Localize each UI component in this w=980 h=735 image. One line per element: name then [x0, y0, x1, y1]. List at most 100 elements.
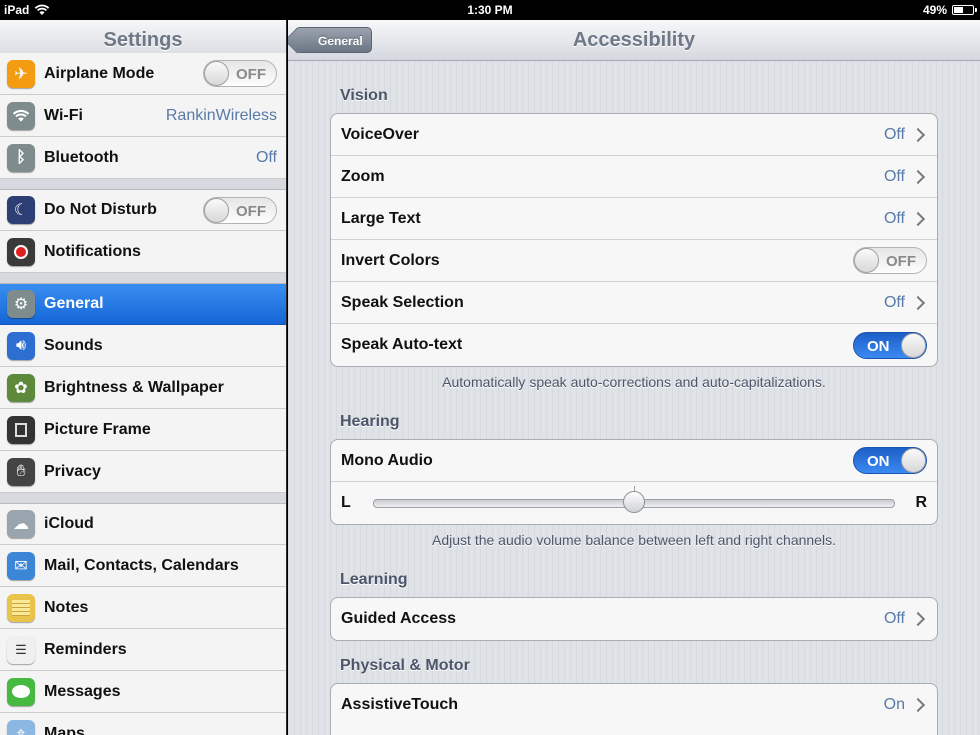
section-header-physical-motor: Physical & Motor	[340, 657, 470, 674]
sidebar-item-bluetooth[interactable]: ᛒ Bluetooth Off	[0, 137, 286, 179]
speak-selection-row[interactable]: Speak Selection Off	[331, 282, 937, 324]
sidebar-item-notes[interactable]: Notes	[0, 587, 286, 629]
sidebar-item-label: Airplane Mode	[44, 64, 155, 82]
sidebar-item-label: Notes	[44, 598, 89, 616]
sidebar-item-airplane-mode[interactable]: ✈ Airplane Mode OFF	[0, 53, 286, 95]
balance-left-label: L	[341, 494, 351, 511]
section-header-hearing: Hearing	[340, 413, 400, 430]
bluetooth-icon: ᛒ	[7, 143, 35, 172]
sidebar-item-label: Picture Frame	[44, 420, 151, 438]
sidebar-item-icloud[interactable]: ☁ iCloud	[0, 503, 286, 545]
battery-fill	[954, 7, 963, 13]
mono-audio-switch[interactable]: ON	[853, 447, 927, 474]
sidebar-item-reminders[interactable]: ☰ Reminders	[0, 629, 286, 671]
chevron-right-icon	[910, 211, 926, 226]
accessibility-pane[interactable]: Accessibility General Vision VoiceOver O…	[288, 20, 980, 735]
sidebar-item-picture-frame[interactable]: Picture Frame	[0, 409, 286, 451]
sidebar-item-notifications[interactable]: Notifications	[0, 231, 286, 273]
sidebar-item-general[interactable]: ⚙ General	[0, 283, 286, 325]
hand-icon: ✋︎	[7, 457, 35, 486]
wifi-network-name: RankinWireless	[165, 106, 277, 124]
cell-label: Speak Selection	[341, 293, 464, 311]
sidebar-item-label: iCloud	[44, 515, 94, 532]
sidebar-item-label: Maps	[44, 724, 85, 735]
cell-label: AssistiveTouch	[341, 696, 459, 713]
cell-value: Off	[883, 610, 905, 627]
switch-knob	[901, 448, 926, 473]
settings-sidebar[interactable]: Settings ✈ Airplane Mode OFF Wi-Fi Ranki…	[0, 20, 287, 735]
switch-knob	[204, 61, 229, 86]
switch-knob	[854, 248, 879, 273]
large-text-row[interactable]: Large Text Off	[331, 198, 937, 240]
hearing-group: Mono Audio ON L R	[330, 439, 938, 525]
cell-label: Mono Audio	[341, 451, 433, 469]
speak-auto-text-switch[interactable]: ON	[853, 331, 927, 359]
hearing-footer: Adjust the audio volume balance between …	[432, 532, 836, 548]
bluetooth-status: Off	[255, 148, 277, 166]
sidebar-item-do-not-disturb[interactable]: ☾ Do Not Disturb OFF	[0, 189, 286, 231]
physical-motor-group: AssistiveTouch On	[330, 683, 938, 735]
airplane-mode-switch[interactable]: OFF	[203, 60, 277, 87]
cell-label: Guided Access	[341, 610, 457, 627]
sidebar-item-sounds[interactable]: 🔊︎ Sounds	[0, 325, 286, 367]
zoom-row[interactable]: Zoom Off	[331, 156, 937, 198]
sidebar-item-label: Wi-Fi	[44, 106, 83, 124]
sidebar-item-mail-contacts-calendars[interactable]: ✉ Mail, Contacts, Calendars	[0, 545, 286, 587]
section-header-learning: Learning	[340, 571, 408, 588]
chevron-right-icon	[910, 295, 926, 310]
cell-label: Invert Colors	[341, 251, 440, 269]
flower-icon: ✿	[7, 373, 35, 402]
sidebar-item-maps[interactable]: ⌖ Maps	[0, 713, 286, 735]
balance-right-label: R	[915, 494, 927, 511]
do-not-disturb-switch[interactable]: OFF	[203, 196, 277, 224]
sidebar-item-messages[interactable]: Messages	[0, 671, 286, 713]
mail-icon: ✉	[7, 551, 35, 580]
cell-label: VoiceOver	[341, 125, 419, 143]
invert-colors-row: Invert Colors OFF	[331, 240, 937, 282]
sidebar-item-privacy[interactable]: ✋︎ Privacy	[0, 451, 286, 493]
mono-audio-row: Mono Audio ON	[331, 440, 937, 482]
cell-label: Speak Auto-text	[341, 336, 463, 353]
voiceover-row[interactable]: VoiceOver Off	[331, 114, 937, 156]
gear-icon: ⚙	[7, 290, 35, 318]
cell-value: Off	[883, 125, 905, 143]
status-time: 1:30 PM	[467, 3, 513, 17]
airplane-icon: ✈	[7, 59, 35, 88]
sidebar-item-label: Brightness & Wallpaper	[44, 378, 224, 396]
cell-label: Large Text	[341, 209, 421, 227]
back-button[interactable]: General	[295, 27, 372, 53]
cell-value: Off	[883, 167, 905, 185]
sidebar-item-label: Messages	[44, 682, 121, 700]
sidebar-item-label: General	[44, 295, 104, 312]
vision-group: VoiceOver Off Zoom Off Large Text Off In…	[330, 113, 938, 367]
cell-value: Off	[883, 209, 905, 227]
slider-thumb[interactable]	[623, 490, 645, 513]
maps-icon: ⌖	[7, 719, 35, 735]
audio-balance-row: L R	[331, 482, 937, 524]
sidebar-item-brightness-wallpaper[interactable]: ✿ Brightness & Wallpaper	[0, 367, 286, 409]
guided-access-row[interactable]: Guided Access Off	[331, 598, 937, 640]
sidebar-item-label: Reminders	[44, 640, 127, 658]
battery-percent: 49%	[922, 3, 947, 17]
audio-balance-slider[interactable]	[373, 485, 895, 513]
learning-group: Guided Access Off	[330, 597, 938, 641]
speaker-icon: 🔊︎	[7, 331, 35, 360]
back-button-label: General	[318, 34, 363, 48]
sidebar-item-wifi[interactable]: Wi-Fi RankinWireless	[0, 95, 286, 137]
notes-icon	[7, 593, 35, 622]
sidebar-item-label: Notifications	[44, 242, 141, 260]
picture-frame-icon	[7, 415, 35, 444]
status-right: 49%	[922, 3, 977, 17]
assistivetouch-row[interactable]: AssistiveTouch On	[331, 684, 937, 726]
status-bar: iPad 1:30 PM 49%	[0, 0, 980, 20]
invert-colors-switch[interactable]: OFF	[853, 247, 927, 274]
switch-knob	[204, 197, 229, 223]
switch-knob	[901, 332, 926, 358]
chevron-right-icon	[910, 611, 926, 627]
chevron-right-icon	[910, 697, 926, 713]
sidebar-item-label: Privacy	[44, 462, 101, 480]
sidebar-item-label: Sounds	[44, 336, 103, 354]
cell-value: Off	[883, 293, 905, 311]
reminders-icon: ☰	[7, 635, 35, 664]
section-header-vision: Vision	[340, 87, 388, 104]
